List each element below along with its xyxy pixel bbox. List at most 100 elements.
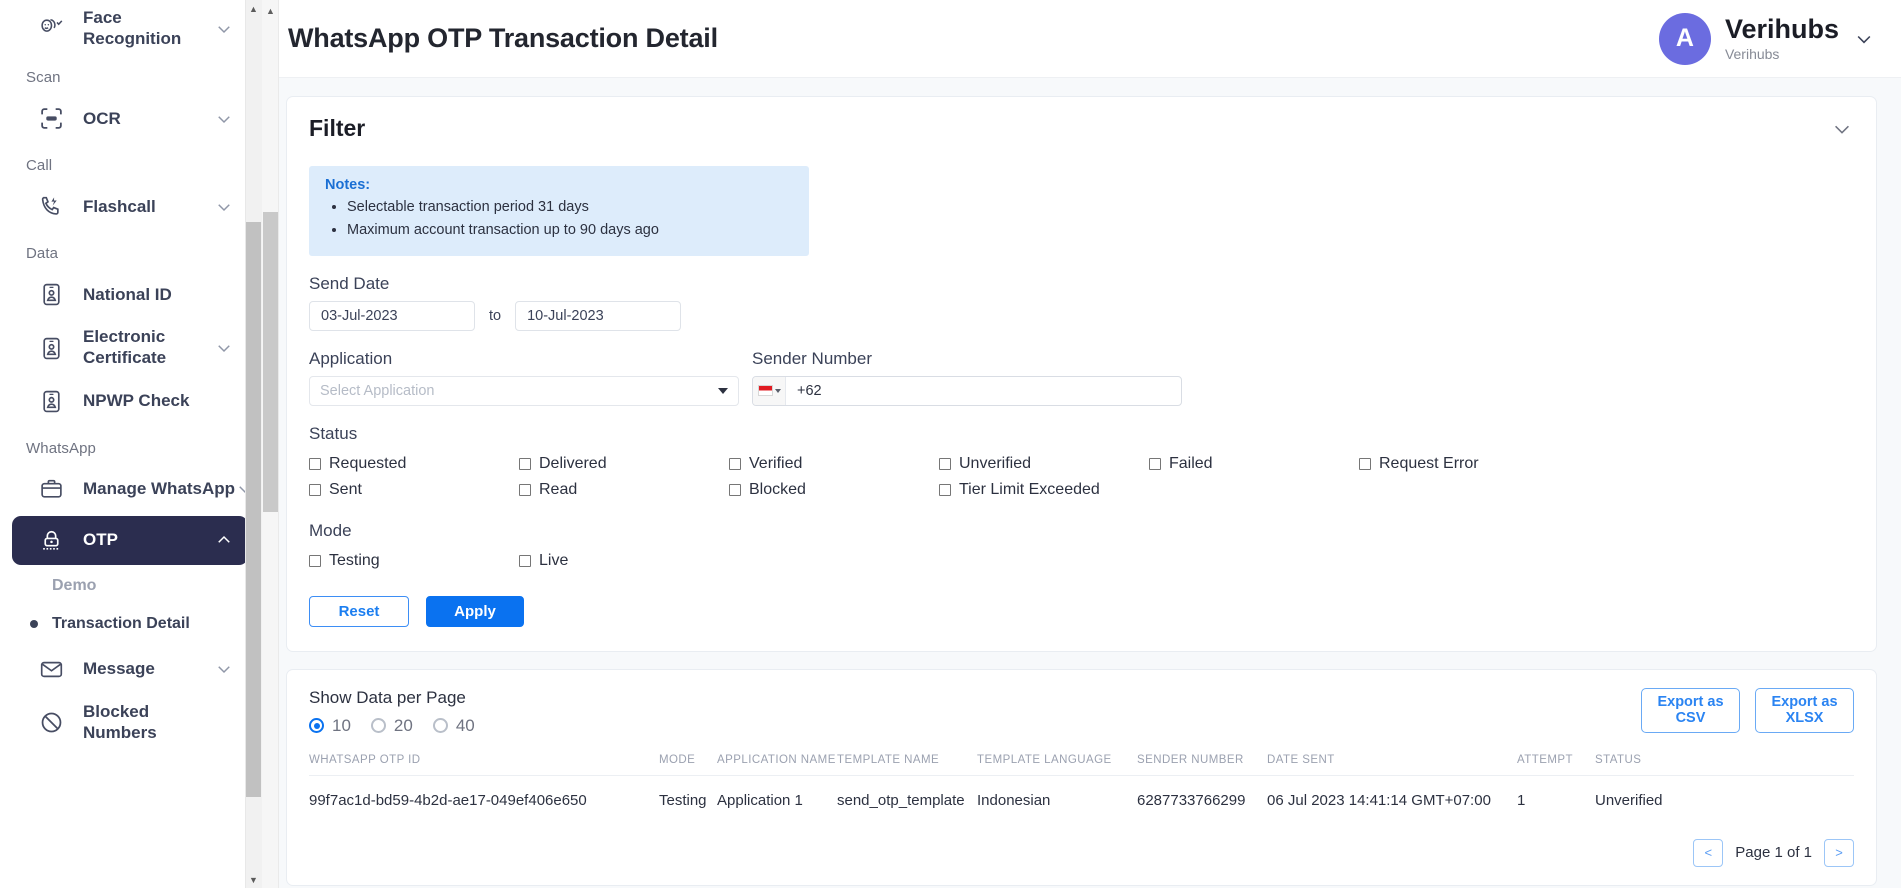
next-page-button[interactable]: > <box>1824 838 1854 867</box>
sidebar-item-manage-whatsapp[interactable]: Manage WhatsApp <box>12 465 251 514</box>
status-checkbox-sent[interactable]: Sent <box>309 477 519 503</box>
status-checkbox-requested[interactable]: Requested <box>309 451 519 477</box>
per-page-radio-10[interactable]: 10 <box>309 716 351 736</box>
checkbox-icon[interactable] <box>519 457 531 470</box>
sidebar-item-label: National ID <box>83 284 172 304</box>
chevron-down-icon[interactable] <box>214 197 234 217</box>
id-card-icon <box>38 281 65 308</box>
export-xlsx-button[interactable]: Export as XLSX <box>1755 687 1854 733</box>
status-row-2: Sent Read Blocked Tier Limit Exceeded <box>309 477 1854 503</box>
checkbox-icon[interactable] <box>519 554 531 567</box>
sidebar-item-npwp-check[interactable]: NPWP Check <box>12 377 248 426</box>
main-scrollbar[interactable]: ▲ <box>262 0 279 888</box>
chevron-up-icon[interactable] <box>214 530 234 550</box>
sidebar-item-label: OCR <box>83 108 121 128</box>
sidebar-scrollbar[interactable]: ▲ ▼ <box>245 0 262 888</box>
filter-header[interactable]: Filter <box>309 115 1854 150</box>
chevron-down-icon <box>774 388 781 393</box>
transactions-table: WHATSAPP OTP ID MODE APPLICATION NAME TE… <box>309 753 1854 823</box>
sidebar-item-blocked-numbers[interactable]: Blocked Numbers <box>12 696 248 749</box>
per-page-option-label: 10 <box>332 715 351 735</box>
table-body: 99f7ac1d-bd59-4b2d-ae17-049ef406e650 Tes… <box>309 775 1854 823</box>
scroll-up-arrow-icon[interactable]: ▲ <box>246 0 261 17</box>
sidebar-item-ocr[interactable]: OCR <box>12 94 248 143</box>
sidebar-item-electronic-certificate[interactable]: Electronic Certificate <box>12 321 248 374</box>
radio-icon[interactable] <box>432 718 448 734</box>
mode-checkbox-live[interactable]: Live <box>519 548 729 574</box>
status-checkbox-request-error[interactable]: Request Error <box>1359 451 1569 477</box>
status-checkbox-verified[interactable]: Verified <box>729 451 939 477</box>
checkbox-icon[interactable] <box>729 457 741 470</box>
notes-list: Selectable transaction period 31 days Ma… <box>325 196 793 243</box>
chevron-down-icon[interactable] <box>214 109 234 129</box>
mode-checkbox-testing[interactable]: Testing <box>309 548 519 574</box>
status-row-1: Requested Delivered Verified Unverified … <box>309 451 1854 477</box>
checkbox-icon[interactable] <box>309 457 321 470</box>
application-placeholder: Select Application <box>320 382 435 399</box>
sidebar-item-message[interactable]: Message <box>12 645 248 694</box>
radio-icon[interactable] <box>309 718 324 734</box>
status-checkbox-unverified[interactable]: Unverified <box>939 451 1149 477</box>
status-checkbox-read[interactable]: Read <box>519 477 729 503</box>
status-checkbox-blocked[interactable]: Blocked <box>729 477 939 503</box>
sidebar-group-data: Data <box>26 245 59 263</box>
application-select[interactable]: Select Application <box>309 375 739 406</box>
checkbox-icon[interactable] <box>939 483 951 496</box>
sidebar-item-otp[interactable]: OTP <box>12 515 248 565</box>
notes-item: Maximum account transaction up to 90 day… <box>347 219 793 242</box>
sidebar-group-scan: Scan <box>26 69 61 87</box>
checkbox-icon[interactable] <box>1359 457 1371 470</box>
per-page-radio-40[interactable]: 40 <box>432 716 475 736</box>
checkbox-icon[interactable] <box>519 483 531 496</box>
chevron-placeholder <box>214 713 234 733</box>
account-menu[interactable]: A Verihubs Verihubs <box>1658 12 1875 65</box>
envelope-icon <box>38 656 65 683</box>
chevron-down-icon[interactable] <box>214 659 234 679</box>
date-to-input[interactable]: 10-Jul-2023 <box>515 300 682 331</box>
status-label-text: Requested <box>329 454 407 472</box>
export-csv-button[interactable]: Export as CSV <box>1641 687 1740 733</box>
chevron-down-icon[interactable] <box>1830 118 1854 140</box>
sidebar-item-label: OTP <box>83 530 118 550</box>
radio-icon[interactable] <box>370 718 386 734</box>
reset-button[interactable]: Reset <box>309 595 409 627</box>
checkbox-icon[interactable] <box>309 554 321 567</box>
status-label-text: Verified <box>749 454 803 472</box>
checkbox-icon[interactable] <box>729 483 741 496</box>
chevron-down-icon[interactable] <box>214 19 234 39</box>
column-header-attempt: ATTEMPT <box>1517 753 1595 776</box>
sender-number-input[interactable]: +62 <box>752 375 1182 406</box>
sidebar-item-face-recognition[interactable]: Face Recognition <box>12 2 248 55</box>
scroll-down-arrow-icon[interactable]: ▼ <box>246 871 261 888</box>
prev-page-button[interactable]: < <box>1693 838 1724 867</box>
table-card: Show Data per Page 10 20 40 Export as CS… <box>286 668 1877 886</box>
account-text: Verihubs Verihubs <box>1725 14 1839 62</box>
status-label: Status <box>309 423 358 443</box>
checkbox-icon[interactable] <box>309 483 321 496</box>
mode-label-text: Testing <box>329 551 380 569</box>
apply-button[interactable]: Apply <box>426 595 524 627</box>
column-header-template-language: TEMPLATE LANGUAGE <box>977 753 1137 776</box>
scroll-up-arrow-icon[interactable]: ▲ <box>263 2 278 20</box>
checkbox-icon[interactable] <box>939 457 951 470</box>
status-checkbox-delivered[interactable]: Delivered <box>519 451 729 477</box>
chevron-down-icon[interactable] <box>1853 29 1875 49</box>
sidebar-item-flashcall[interactable]: Flashcall <box>12 182 248 231</box>
sender-number-value[interactable]: +62 <box>786 377 1181 405</box>
sidebar-subitem-transaction-detail[interactable]: Transaction Detail <box>0 605 262 643</box>
sidebar-subitem-demo[interactable]: Demo <box>0 567 262 605</box>
per-page-radio-20[interactable]: 20 <box>370 716 413 736</box>
country-code-select[interactable] <box>753 376 786 405</box>
column-header-mode: MODE <box>659 753 717 776</box>
cell-sender-number: 6287733766299 <box>1137 791 1246 809</box>
sidebar-scrollbar-thumb[interactable] <box>246 222 261 797</box>
checkbox-icon[interactable] <box>1149 457 1161 470</box>
status-checkbox-failed[interactable]: Failed <box>1149 451 1359 477</box>
status-label-text: Failed <box>1169 454 1213 472</box>
date-from-input[interactable]: 03-Jul-2023 <box>309 300 475 331</box>
table-row[interactable]: 99f7ac1d-bd59-4b2d-ae17-049ef406e650 Tes… <box>309 775 1854 823</box>
status-checkbox-tier-limit-exceeded[interactable]: Tier Limit Exceeded <box>939 477 1149 503</box>
sidebar-item-national-id[interactable]: National ID <box>12 270 248 319</box>
chevron-down-icon[interactable] <box>214 338 234 358</box>
main-scrollbar-thumb[interactable] <box>263 212 278 512</box>
